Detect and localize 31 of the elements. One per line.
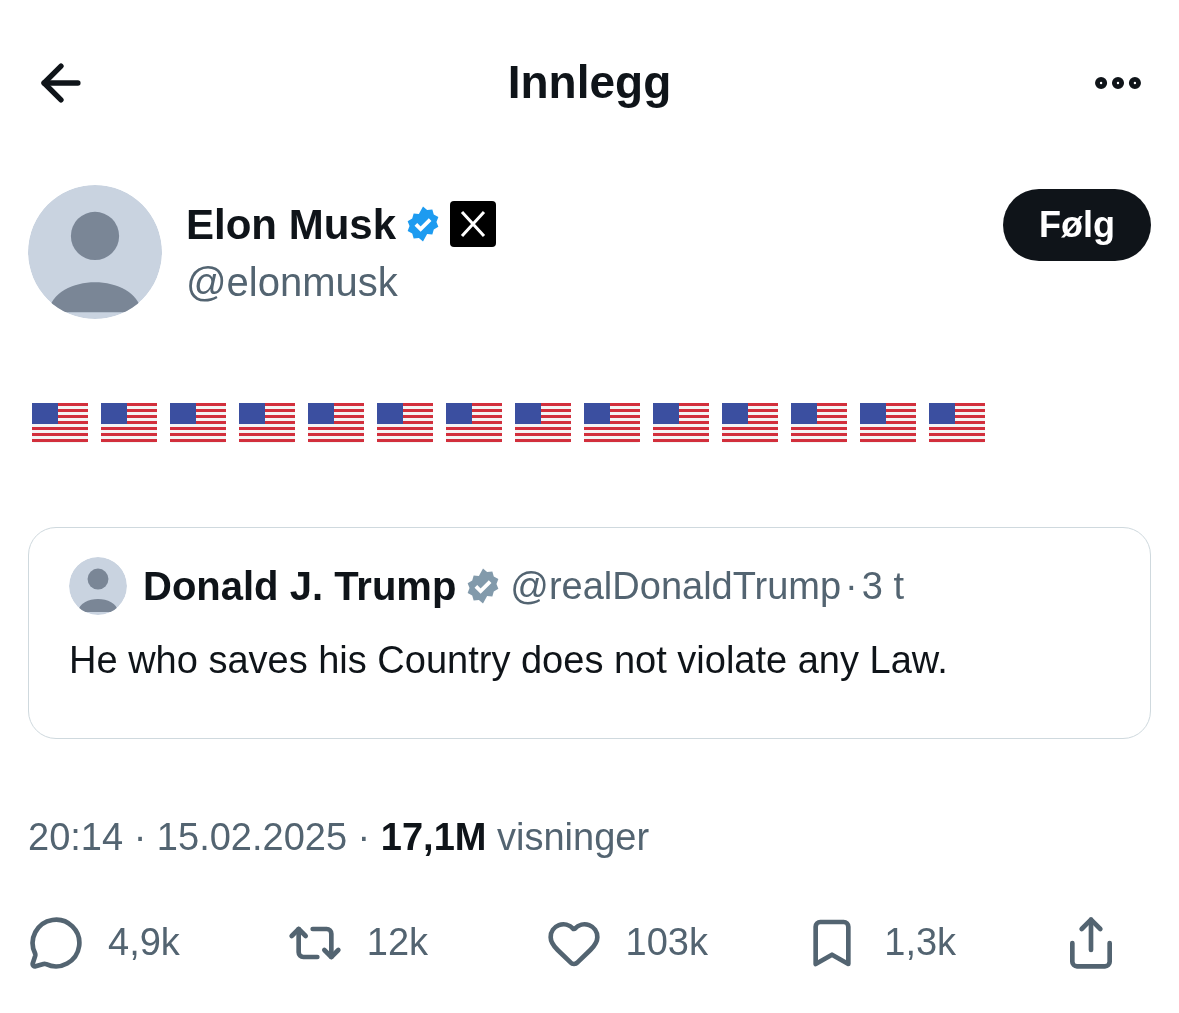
logo-icon — [450, 201, 497, 247]
post-meta: 20:14 · 15.02.2025 · 17,1M visninger — [27, 815, 651, 860]
reply-icon[interactable] — [28, 914, 84, 971]
flag-icon — [446, 403, 502, 443]
flag-icon — [860, 403, 916, 443]
quoted-post-card[interactable]: Donald J. Trump @realDonaldTrump·3 t He who saves his Country does not violate any Law. — [28, 527, 1151, 739]
flag-icon — [101, 403, 157, 443]
separator: · — [845, 563, 858, 609]
flag-icon — [308, 403, 364, 443]
avatar[interactable] — [28, 185, 162, 319]
flag-icon — [377, 403, 433, 443]
flag-icon — [791, 403, 847, 443]
quoted-avatar[interactable] — [69, 557, 127, 615]
quoted-author-name: Donald J. Trump — [143, 563, 457, 610]
flag-icon — [32, 403, 88, 443]
post-time: 3 t — [861, 563, 904, 609]
action-count: 12k — [366, 920, 430, 965]
flag-icon — [515, 403, 571, 443]
flag-icon — [653, 403, 709, 443]
action-count: 1,3k — [884, 920, 958, 965]
action-count: 4,9k — [108, 920, 181, 965]
flag-icon — [584, 403, 640, 443]
page-title: Innlegg — [507, 55, 672, 110]
flag-icon — [170, 403, 226, 443]
action-count: 103k — [625, 920, 709, 965]
flag-icon — [239, 403, 295, 443]
follow-button[interactable]: Følg — [1003, 189, 1151, 261]
quoted-author-handle: @realDonaldTrump — [510, 563, 842, 609]
quoted-post-text: He who saves his Country does not violate any Law. — [69, 638, 949, 683]
flag-icon — [722, 403, 778, 443]
flag-icon — [929, 403, 985, 443]
